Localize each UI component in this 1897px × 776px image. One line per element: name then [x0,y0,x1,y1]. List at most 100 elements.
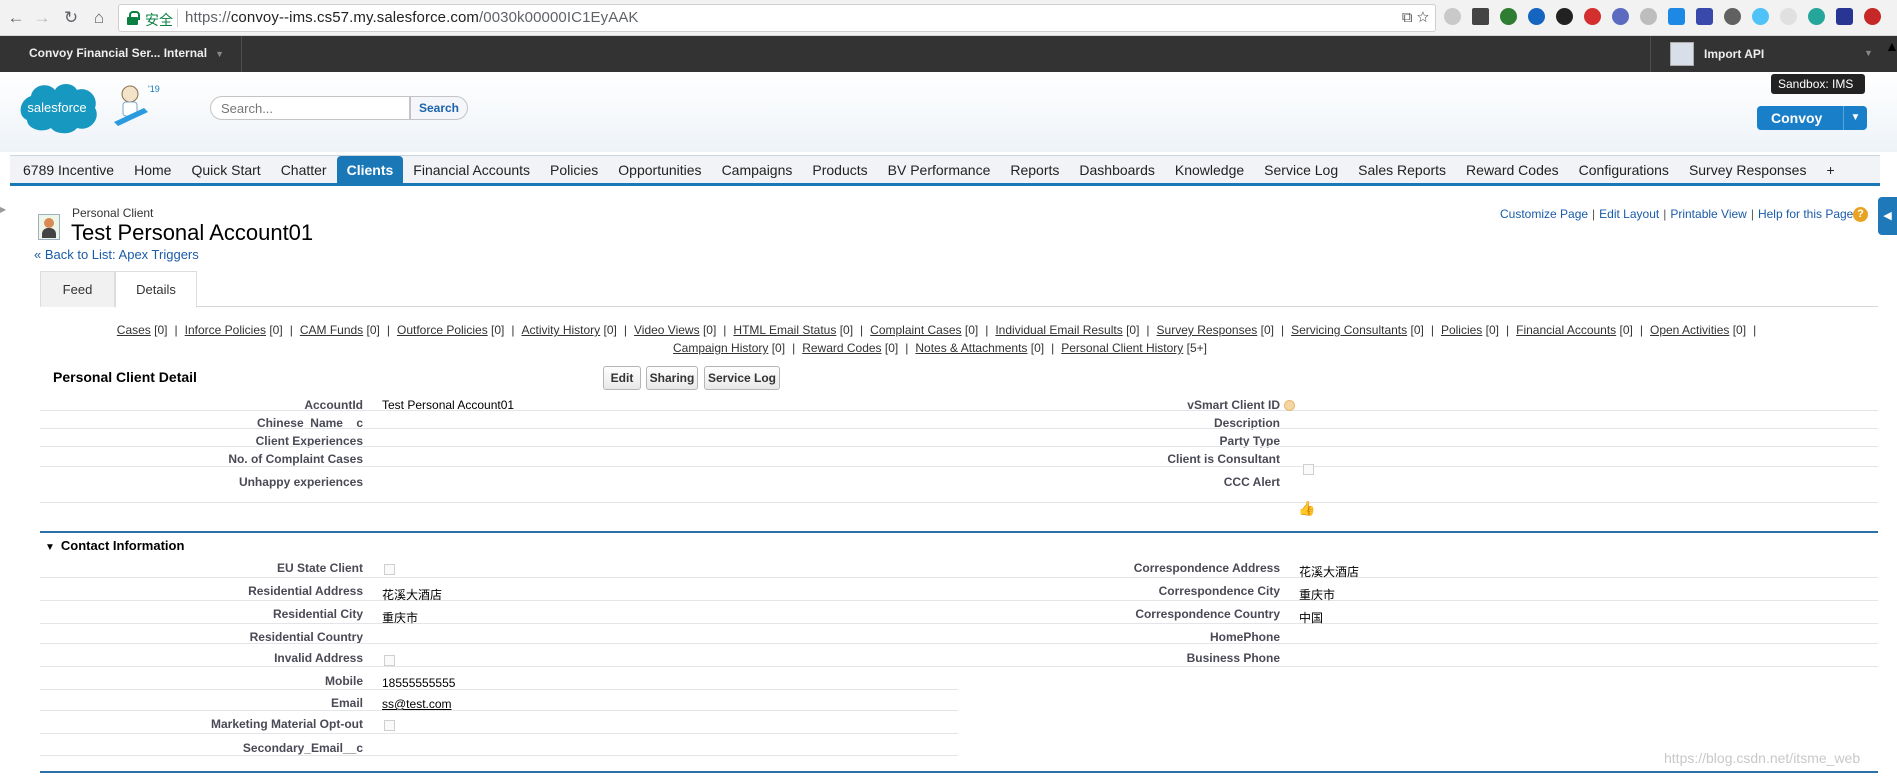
tab-service-log[interactable]: Service Log [1254,156,1348,184]
extension-icon[interactable] [1696,8,1713,25]
edit-layout-link[interactable]: Edit Layout [1599,207,1659,221]
tab-opportunities[interactable]: Opportunities [608,156,711,184]
tab-quick-start[interactable]: Quick Start [181,156,270,184]
user-avatar-icon[interactable] [1670,42,1694,66]
related-link[interactable]: Activity History [522,323,601,337]
search-button[interactable]: Search [410,96,468,120]
tab-knowledge[interactable]: Knowledge [1165,156,1254,184]
related-link[interactable]: Personal Client History [1061,341,1183,355]
tab-details[interactable]: Details [115,271,197,308]
separator: | [1146,323,1150,337]
related-link[interactable]: Video Views [634,323,700,337]
related-link[interactable]: Outforce Policies [397,323,488,337]
bookmark-star-icon[interactable]: ⧉ ☆ [1402,9,1429,26]
related-count: [0] [771,341,786,355]
extension-icon[interactable] [1584,8,1601,25]
related-link[interactable]: Reward Codes [802,341,881,355]
tab-chatter[interactable]: Chatter [271,156,337,184]
home-icon[interactable]: ⌂ [89,8,109,28]
extension-icon[interactable] [1612,8,1629,25]
extension-icon[interactable] [1864,8,1881,25]
related-link[interactable]: Policies [1441,323,1482,337]
service-log-button[interactable]: Service Log [704,366,780,390]
extension-icon[interactable] [1444,8,1461,25]
tab-sales-reports[interactable]: Sales Reports [1348,156,1456,184]
main-tab-bar: 6789 Incentive Home Quick Start Chatter Clie… [10,155,1880,186]
edit-button[interactable]: Edit [603,366,641,390]
extension-icon[interactable] [1640,8,1657,25]
related-link[interactable]: Individual Email Results [995,323,1122,337]
url-text[interactable]: https://convoy--ims.cs57.my.salesforce.c… [185,9,639,26]
separator: | [985,323,989,337]
add-tab-icon[interactable]: + [1816,156,1844,184]
related-link[interactable]: Campaign History [673,341,768,355]
extension-icon[interactable] [1808,8,1825,25]
email-link[interactable]: ss@test.com [382,697,452,711]
row-divider [40,466,1878,467]
sharing-button[interactable]: Sharing [646,366,698,390]
record-type: Personal Client [72,206,154,220]
back-arrow-icon[interactable]: ← [6,8,26,28]
forward-arrow-icon[interactable]: → [32,8,52,28]
extension-icon[interactable] [1528,8,1545,25]
address-bar[interactable]: 安全 https://convoy--ims.cs57.my.salesforc… [118,4,1436,32]
user-menu[interactable]: Import API [1704,47,1764,61]
tab-reward-codes[interactable]: Reward Codes [1456,156,1569,184]
help-link[interactable]: Help for this Page [1758,207,1853,221]
related-link[interactable]: HTML Email Status [733,323,836,337]
extension-icon[interactable] [1500,8,1517,25]
tab-6789-incentive[interactable]: 6789 Incentive [13,156,124,184]
back-to-list-link[interactable]: « Back to List: Apex Triggers [34,247,199,262]
chevron-down-icon[interactable]: ▼ [1843,106,1867,130]
extension-icon[interactable] [1724,8,1741,25]
info-icon[interactable] [1284,400,1295,411]
tab-dashboards[interactable]: Dashboards [1069,156,1165,184]
related-link[interactable]: Financial Accounts [1516,323,1616,337]
org-button[interactable]: Convoy ▼ [1757,106,1867,130]
related-count: [0] [884,341,899,355]
tab-home[interactable]: Home [124,156,181,184]
search-input[interactable] [210,96,410,120]
tab-clients[interactable]: Clients [336,156,404,184]
row-divider [40,733,958,734]
related-link[interactable]: Servicing Consultants [1291,323,1407,337]
related-link[interactable]: Complaint Cases [870,323,961,337]
extension-icon[interactable] [1780,8,1797,25]
extension-icon[interactable] [1752,8,1769,25]
tab-policies[interactable]: Policies [540,156,608,184]
extension-icon[interactable] [1556,8,1573,25]
wrench-icon[interactable] [1472,8,1489,25]
tab-survey-responses[interactable]: Survey Responses [1679,156,1817,184]
salesforce-logo[interactable]: salesforce [17,78,99,134]
customize-page-link[interactable]: Customize Page [1500,207,1588,221]
related-count: [0] [491,323,505,337]
tab-bv-performance[interactable]: BV Performance [878,156,1001,184]
related-link[interactable]: Open Activities [1650,323,1729,337]
sidebar-toggle-icon[interactable]: ◀ [1878,197,1897,235]
related-link[interactable]: Inforce Policies [185,323,266,337]
extension-icon[interactable] [1668,8,1685,25]
related-link[interactable]: Survey Responses [1157,323,1258,337]
reload-icon[interactable]: ↻ [61,8,81,28]
related-link[interactable]: CAM Funds [300,323,363,337]
extension-icon[interactable] [1836,8,1853,25]
mascot-icon: '19 [114,84,160,126]
page-help-links: Customize Page | Edit Layout | Printable Vie… [1500,207,1854,221]
tab-reports[interactable]: Reports [1000,156,1069,184]
row-divider [40,710,958,711]
chevron-down-icon[interactable]: ▼ [1864,48,1873,58]
related-link[interactable]: Cases [117,323,151,337]
related-link[interactable]: Notes & Attachments [915,341,1027,355]
printable-view-link[interactable]: Printable View [1670,207,1747,221]
help-icon[interactable]: ? [1853,207,1868,222]
tab-campaigns[interactable]: Campaigns [712,156,803,184]
tab-configurations[interactable]: Configurations [1569,156,1679,184]
tab-feed[interactable]: Feed [40,271,115,307]
app-switcher[interactable]: Convoy Financial Ser... Internal ▼ [29,46,224,60]
sidebar-expand-icon[interactable]: ▶ [0,205,6,214]
contact-section-header[interactable]: ▼ Contact Information [45,538,184,553]
row-divider [40,577,1878,578]
collapse-triangle-icon[interactable]: ▼ [45,542,55,553]
tab-financial-accounts[interactable]: Financial Accounts [403,156,540,184]
tab-products[interactable]: Products [802,156,877,184]
